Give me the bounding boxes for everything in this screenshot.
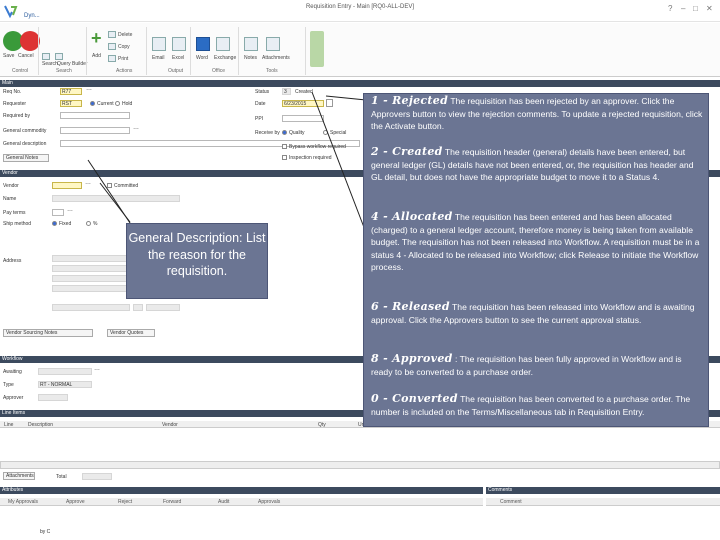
status-item-created: 2 - Created The requisition header (gene… [371,145,703,184]
status-item-converted: 0 - Converted The requisition has been c… [371,392,703,418]
status-codes-callout: 1 - Rejected The requisition has been re… [363,93,709,427]
status-key: 2 - Created [371,145,443,158]
status-item-allocated: 4 - Allocated The requisition has been e… [371,210,703,274]
general-description-callout: General Description: List the reason for… [126,223,268,299]
general-description-callout-text: General Description: List the reason for… [128,231,266,278]
status-key: 8 - Approved [371,352,453,365]
status-key: 0 - Converted [371,392,458,405]
status-item-rejected: 1 - Rejected The requisition has been re… [371,94,703,133]
status-key: 6 - Released [371,300,450,313]
status-key: 1 - Rejected [371,94,449,107]
status-item-approved: 8 - Approved : The requisition has been … [371,352,703,378]
status-key: 4 - Allocated [371,210,453,223]
status-item-released: 6 - Released The requisition has been re… [371,300,703,326]
